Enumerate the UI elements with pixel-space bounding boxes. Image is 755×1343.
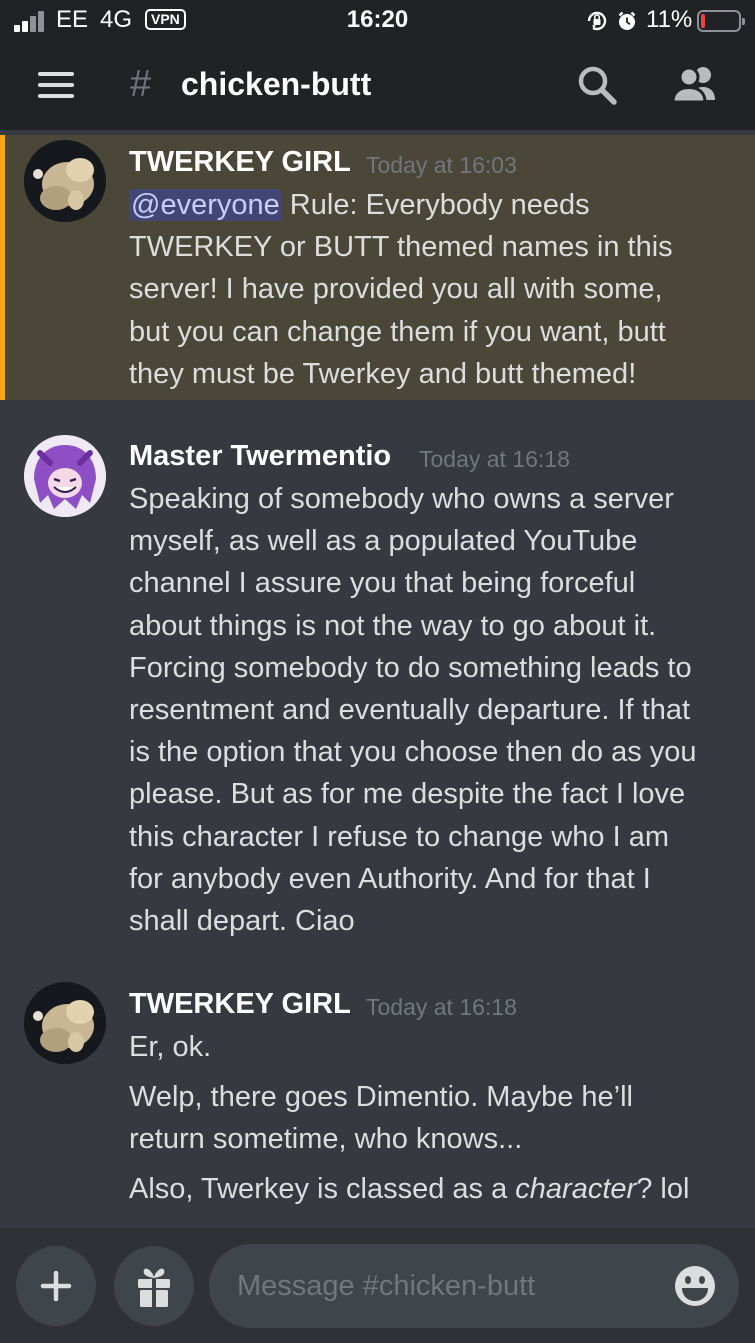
message-line: server! I have provided you all with som… <box>129 273 663 306</box>
plus-icon[interactable] <box>16 1246 96 1326</box>
message-followup: Welp, there goes Dimentio. Maybe he’ll r… <box>129 1076 729 1160</box>
message-body: Speaking of somebody who owns a server m… <box>129 478 729 942</box>
italic-text: character <box>515 1173 637 1205</box>
message-line: return sometime, who knows... <box>129 1123 523 1156</box>
message-line: Forcing somebody to do something leads t… <box>129 651 692 684</box>
message-line: Er, ok. <box>129 1031 212 1063</box>
mention-bar <box>0 135 5 400</box>
message-line: about things is not the way to go about … <box>129 609 657 642</box>
message-line: but you can change them if you want, but… <box>129 315 666 348</box>
channel-hash-icon: # <box>130 63 152 105</box>
message-line: they must be Twerkey and butt themed! <box>129 357 637 390</box>
message-line: Also, Twerkey is classed as a character?… <box>129 1168 729 1210</box>
battery-fill <box>701 14 705 28</box>
avatar-master-twermentio[interactable] <box>24 435 106 517</box>
top-bar: EE 4G VPN 16:20 11% # chicken-butt <box>0 0 755 130</box>
message-line: shall depart. Ciao <box>129 905 355 938</box>
message-line: @everyone Rule: Everybody needs <box>129 184 729 226</box>
message-line: channel I assure you that being forceful <box>129 567 636 600</box>
message-timestamp: Today at 16:18 <box>366 994 517 1020</box>
discord-app: EE 4G VPN 16:20 11% # chicken-butt TWERK… <box>0 0 755 1343</box>
message-timestamp: Today at 16:18 <box>419 446 570 472</box>
gift-icon[interactable] <box>114 1246 194 1326</box>
message-text: Rule: Everybody needs <box>281 189 590 221</box>
everyone-mention[interactable]: @everyone <box>129 189 282 221</box>
avatar-twerkey-girl[interactable] <box>24 140 106 222</box>
hamburger-menu-icon[interactable] <box>30 66 80 106</box>
message-line: please. But as for me despite the fact I… <box>129 778 686 811</box>
message-body: @everyone Rule: Everybody needs TWERKEY … <box>129 184 729 395</box>
avatar-twerkey-girl[interactable] <box>24 982 106 1064</box>
message-input[interactable] <box>237 1244 657 1328</box>
composer-bar <box>0 1228 755 1343</box>
members-icon[interactable] <box>666 60 726 110</box>
search-icon[interactable] <box>572 60 622 110</box>
message-author[interactable]: Master Twermentio <box>129 440 391 473</box>
message-line: is the option that you choose then do as… <box>129 736 697 769</box>
alarm-icon <box>618 11 636 30</box>
message-text: Also, Twerkey is classed as a <box>129 1173 516 1205</box>
message-author[interactable]: TWERKEY GIRL <box>129 988 351 1021</box>
message-text: ? lol <box>636 1173 690 1205</box>
status-bar: EE 4G VPN 16:20 11% <box>0 0 755 42</box>
message-line: myself, as well as a populated YouTube <box>129 525 638 558</box>
message-body: Er, ok. <box>129 1026 729 1068</box>
message-author[interactable]: TWERKEY GIRL <box>129 146 351 179</box>
message-line: TWERKEY or BUTT themed names in this <box>129 231 673 264</box>
message-timestamp: Today at 16:03 <box>366 152 517 178</box>
channel-name[interactable]: chicken-butt <box>181 66 371 103</box>
battery-icon <box>697 10 745 32</box>
message-line: this character I refuse to change who I … <box>129 820 669 853</box>
orientation-lock-icon <box>587 11 607 31</box>
message-line: resentment and eventually departure. If … <box>129 694 691 727</box>
message-line: Speaking of somebody who owns a server <box>129 483 674 515</box>
emoji-icon[interactable] <box>673 1264 717 1308</box>
message-followup: Also, Twerkey is classed as a character?… <box>129 1168 729 1210</box>
message-field <box>209 1244 739 1328</box>
message-line: Welp, there goes Dimentio. Maybe he’ll <box>129 1081 633 1113</box>
message-line: for anybody even Authority. And for that… <box>129 862 651 895</box>
battery-percent: 11% <box>646 6 693 33</box>
status-icons <box>585 9 645 33</box>
